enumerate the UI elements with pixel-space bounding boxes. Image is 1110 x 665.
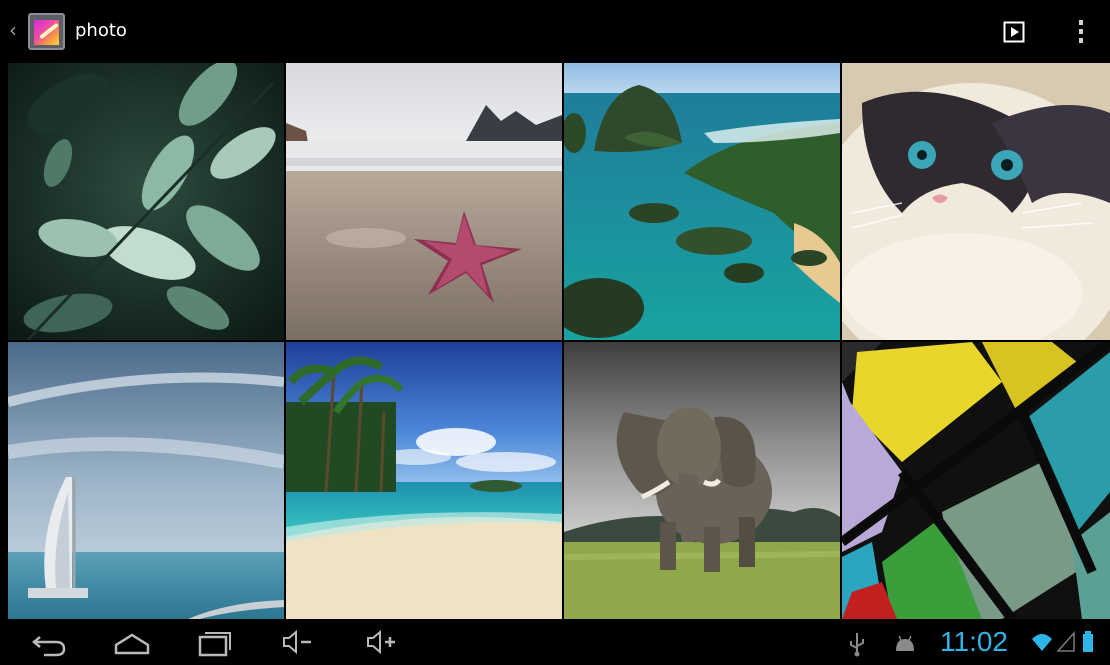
up-caret-icon[interactable]: ‹: [9, 20, 17, 40]
battery-icon: [1083, 631, 1093, 652]
photo-grid: [8, 63, 1110, 619]
photo-thumbnail-palm-beach[interactable]: [286, 342, 562, 619]
signal-icon: [1056, 631, 1075, 652]
volume-down-icon[interactable]: [280, 619, 316, 665]
photo-thumbnail-leaves[interactable]: [8, 63, 284, 340]
wifi-icon: [1032, 634, 1052, 651]
volume-up-icon[interactable]: [364, 619, 400, 665]
photo-thumbnail-cat[interactable]: [842, 63, 1110, 340]
android-debug-icon: [896, 635, 914, 651]
home-icon[interactable]: [110, 619, 154, 665]
photo-thumbnail-elephant[interactable]: [564, 342, 840, 619]
action-bar: ‹ photo: [0, 0, 1110, 62]
system-bar: 11:02: [0, 619, 1110, 665]
photo-thumbnail-starfish[interactable]: [286, 63, 562, 340]
slideshow-icon[interactable]: [1003, 21, 1025, 43]
status-clock: 11:02: [940, 626, 1008, 657]
photo-thumbnail-burj-al-arab[interactable]: [8, 342, 284, 619]
gallery-app-icon[interactable]: [28, 13, 65, 50]
page-title: photo: [75, 20, 127, 41]
photo-thumbnail-island[interactable]: [564, 63, 840, 340]
photo-thumbnail-stained-glass[interactable]: [842, 342, 1110, 619]
recent-apps-icon[interactable]: [196, 619, 236, 665]
overflow-menu-icon[interactable]: [1071, 18, 1091, 46]
usb-icon: [850, 633, 864, 657]
back-icon[interactable]: [30, 619, 68, 665]
